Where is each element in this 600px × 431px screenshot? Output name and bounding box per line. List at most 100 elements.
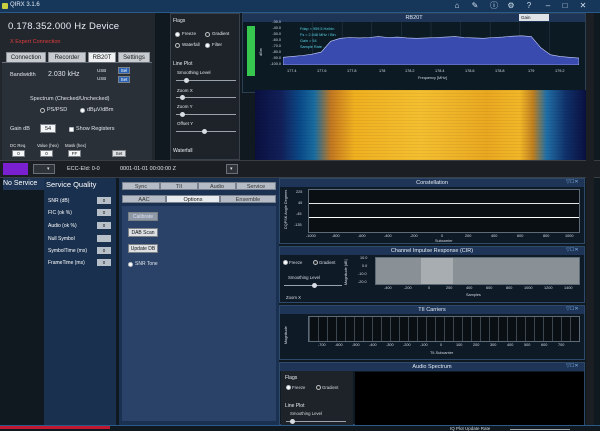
tii-x-tick-4: -300 bbox=[386, 343, 394, 347]
cir-y-label: Magnitude [dB] bbox=[344, 259, 348, 285]
waterfall-section-title: Waterfall bbox=[173, 148, 193, 154]
audio-freeze-label: Freeze bbox=[292, 385, 306, 390]
panel-controls-icon[interactable]: ▽☐✕ bbox=[566, 363, 579, 369]
cir-x-tick-1: -200 bbox=[404, 286, 412, 290]
snr-tone-radio[interactable] bbox=[128, 262, 133, 267]
constellation-x-tick-2: -600 bbox=[358, 234, 366, 238]
show-registers-checkbox[interactable] bbox=[69, 127, 74, 132]
spectrum-heading: Spectrum (Checked/Unchecked) bbox=[30, 96, 110, 102]
freeze-radio[interactable] bbox=[175, 32, 180, 37]
constellation-trace-2 bbox=[309, 217, 579, 218]
zoom-y-slider-handle[interactable] bbox=[180, 112, 185, 117]
minimize-icon[interactable]: – bbox=[543, 1, 553, 11]
zoom-y-slider[interactable] bbox=[176, 112, 236, 117]
spectrum-x-tick-5: 178.4 bbox=[435, 69, 445, 73]
spectrum-x-tick-8: 179 bbox=[528, 69, 535, 73]
set-bandwidth-button[interactable]: Set bbox=[118, 76, 130, 83]
gear-icon[interactable]: ⚙ bbox=[506, 1, 516, 11]
mask-hex-input[interactable]: FF bbox=[68, 150, 81, 157]
tab-connection[interactable]: Connection bbox=[6, 52, 46, 62]
audio-smoothing-slider-handle[interactable] bbox=[290, 419, 295, 424]
calibrate-button[interactable]: Calibrate bbox=[128, 212, 158, 221]
audio-smoothing-slider[interactable] bbox=[286, 419, 346, 424]
zoom-x-slider[interactable] bbox=[176, 95, 236, 100]
vertical-scrollbar[interactable] bbox=[586, 13, 594, 425]
mode-select[interactable]: Gain bbox=[519, 14, 549, 21]
cir-freeze-radio[interactable] bbox=[283, 260, 288, 265]
cir-smoothing-slider-handle[interactable] bbox=[312, 283, 317, 288]
frame-time-value: 0 bbox=[97, 259, 111, 266]
panel-controls-icon[interactable]: ▽☐✕ bbox=[566, 179, 579, 185]
close-icon[interactable]: ✕ bbox=[578, 1, 588, 11]
home-icon[interactable]: ⌂ bbox=[452, 1, 462, 11]
cir-smoothing-slider[interactable] bbox=[284, 283, 342, 288]
smoothing-slider[interactable] bbox=[176, 78, 236, 83]
spectrum-annotation-2: Gain = 54 bbox=[300, 39, 317, 43]
footer-bar: IQ Plot Update Rate bbox=[0, 425, 600, 431]
dab-scan-button[interactable]: DAB Scan bbox=[128, 228, 158, 237]
tab-recorder[interactable]: Recorder bbox=[48, 52, 86, 62]
cir-gradient-label: Gradient bbox=[319, 260, 336, 265]
offset-y-slider-handle[interactable] bbox=[202, 129, 207, 134]
update-db-button[interactable]: Update DB bbox=[128, 244, 158, 253]
service-dropdown[interactable]: ▾ bbox=[226, 164, 238, 174]
cir-plot[interactable] bbox=[375, 257, 580, 285]
service-quality-panel: Service Quality SNR (dB) 0 FIC (ok %) 0 … bbox=[44, 178, 116, 425]
value-hex-input[interactable]: 0 bbox=[40, 150, 53, 157]
ps-psd-label: PS/PSD bbox=[47, 107, 68, 113]
panel-controls-icon[interactable]: ▽☐✕ bbox=[566, 306, 579, 312]
maximize-icon[interactable]: □ bbox=[560, 1, 570, 11]
dc-req-label: DC Req. bbox=[10, 143, 27, 148]
tii-x-tick-9: 200 bbox=[473, 343, 480, 347]
cir-gradient-radio[interactable] bbox=[313, 260, 318, 265]
filter-radio[interactable] bbox=[205, 43, 210, 48]
cir-smoothing-label: Smoothing Level bbox=[288, 275, 321, 280]
snr-value: 0 bbox=[97, 197, 111, 204]
dbuv-radio[interactable] bbox=[80, 108, 85, 113]
constellation-plot[interactable] bbox=[308, 189, 580, 233]
zoom-x-slider-handle[interactable] bbox=[180, 95, 185, 100]
zoom-x-label: Zoom X bbox=[177, 88, 193, 93]
constellation-x-tick-0: -1000 bbox=[306, 234, 316, 238]
update-rate-slider[interactable] bbox=[510, 429, 570, 430]
options-pane bbox=[122, 206, 276, 421]
tab-ensemble[interactable]: Ensemble bbox=[220, 195, 276, 203]
spectrum-y-tick-4: -70.0 bbox=[272, 44, 281, 48]
tii-plot[interactable] bbox=[308, 316, 580, 342]
edit-icon[interactable]: ✎ bbox=[470, 1, 480, 11]
sel-button[interactable]: Sel bbox=[118, 67, 130, 74]
tab-sync[interactable]: Sync bbox=[122, 182, 160, 190]
recording-progress bbox=[0, 426, 110, 429]
tab-rb20t[interactable]: RB20T bbox=[88, 52, 116, 62]
channel-dropdown[interactable]: ▾ bbox=[33, 164, 55, 174]
dc-req-input[interactable]: 0 bbox=[12, 150, 25, 157]
audio-spectrum-plot[interactable] bbox=[355, 372, 584, 425]
panel-controls-icon[interactable]: ▽☐✕ bbox=[566, 247, 579, 253]
frequency-display: 0.178.352.000 Hz Device bbox=[8, 21, 120, 32]
set-register-button[interactable]: Set bbox=[112, 150, 126, 157]
offset-y-slider[interactable] bbox=[176, 129, 236, 134]
audio-freeze-radio[interactable] bbox=[286, 385, 291, 390]
info-icon[interactable]: ⓘ bbox=[489, 1, 499, 11]
gain-input[interactable]: 54 bbox=[40, 124, 56, 133]
constellation-x-tick-9: 800 bbox=[543, 234, 550, 238]
gradient-radio[interactable] bbox=[205, 32, 210, 37]
tab-tii[interactable]: TII bbox=[160, 182, 198, 190]
tab-service[interactable]: Service bbox=[236, 182, 276, 190]
help-icon[interactable]: ? bbox=[524, 1, 534, 11]
flags-title: Flags bbox=[173, 18, 186, 24]
waterfall-radio[interactable] bbox=[175, 43, 180, 48]
tab-audio[interactable]: Audio bbox=[198, 182, 236, 190]
ps-psd-radio[interactable] bbox=[40, 108, 45, 113]
smoothing-slider-handle[interactable] bbox=[184, 78, 189, 83]
spectrum-x-tick-2: 177.8 bbox=[347, 69, 357, 73]
tab-options[interactable]: Options bbox=[166, 195, 220, 203]
cir-x-tick-5: 600 bbox=[486, 286, 493, 290]
tab-aac[interactable]: AAC bbox=[122, 195, 166, 203]
value-hex-label: Value (hex) bbox=[37, 143, 59, 148]
tii-x-tick-5: -200 bbox=[403, 343, 411, 347]
cir-x-tick-9: 1400 bbox=[564, 286, 573, 290]
tab-settings[interactable]: Settings bbox=[118, 52, 150, 62]
constellation-x-tick-8: 600 bbox=[517, 234, 524, 238]
audio-gradient-radio[interactable] bbox=[316, 385, 321, 390]
